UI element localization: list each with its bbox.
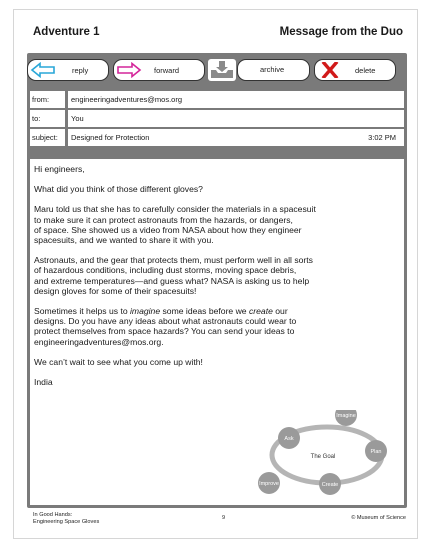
- plan-label: Plan: [370, 449, 381, 455]
- p3-line-1: Astronauts, and the gear that protects t…: [34, 255, 313, 266]
- from-row: from: engineeringadventures@mos.org: [30, 91, 404, 108]
- body-paragraph-5: We can’t wait to see what you come up wi…: [34, 356, 203, 367]
- forward-button[interactable]: forward: [113, 59, 205, 81]
- p2-line-3: of space. She showed us a video from NAS…: [34, 224, 302, 235]
- archive-label: archive: [260, 65, 285, 74]
- archive-button[interactable]: archive: [208, 59, 310, 81]
- body-paragraph-3: Astronauts, and the gear that protects t…: [34, 255, 400, 296]
- subject-value: Designed for Protection 3:02 PM: [68, 129, 404, 146]
- p4-line-3: protect themselves from space hazards? Y…: [34, 326, 295, 337]
- p2-line-1: Maru told us that she has to carefully c…: [34, 204, 316, 215]
- to-value: You: [68, 110, 404, 127]
- create-label: Create: [322, 482, 339, 488]
- body-paragraph-2: Maru told us that she has to carefully c…: [34, 204, 400, 245]
- message-title: Message from the Duo: [279, 26, 403, 38]
- p3-line-4: design gloves for some of their spacesui…: [34, 285, 197, 296]
- page-number: 9: [222, 515, 226, 521]
- signature: India: [34, 377, 53, 388]
- reply-button[interactable]: reply: [27, 59, 109, 81]
- p3-line-3: and extreme temperatures—and guess what?…: [34, 275, 310, 286]
- p2-line-4: spacesuits, and we wanted to share it wi…: [34, 235, 214, 246]
- imagine-label: Imagine: [336, 413, 356, 419]
- delete-button[interactable]: delete: [314, 59, 396, 81]
- from-label: from:: [30, 91, 65, 108]
- ask-label: Ask: [284, 436, 293, 442]
- p4-line-1-c: our: [272, 306, 288, 317]
- reply-arrow-icon: [28, 61, 58, 79]
- from-value: engineeringadventures@mos.org: [68, 91, 404, 108]
- p4-line-1-a: Sometimes it helps us to: [34, 306, 131, 317]
- to-row: to: You: [30, 110, 404, 127]
- cycle-center-label: The Goal: [311, 454, 336, 460]
- footer-unit-line-1: In Good Hands:: [33, 512, 73, 518]
- subject-label: subject:: [30, 129, 65, 146]
- reply-label: reply: [72, 65, 89, 75]
- p4-create: create: [248, 306, 273, 317]
- email-time: 3:02 PM: [368, 133, 396, 142]
- copyright: © Museum of Science: [351, 515, 406, 521]
- p4-line-1-b: some ideas before we: [160, 306, 249, 317]
- email-header-fields: from: engineeringadventures@mos.org to: …: [30, 91, 404, 147]
- footer-unit-title: In Good Hands: Engineering Space Gloves: [33, 512, 99, 526]
- improve-label: Improve: [259, 481, 279, 487]
- forward-arrow-icon: [114, 61, 144, 79]
- subject-text: Designed for Protection: [71, 133, 150, 142]
- p4-line-4: engineeringadventures@mos.org.: [34, 336, 164, 347]
- body-paragraph-1: What did you think of those different gl…: [34, 184, 203, 195]
- email-toolbar: reply forward archive delete: [27, 53, 407, 88]
- to-label: to:: [30, 110, 65, 127]
- greeting: Hi engineers,: [34, 164, 85, 174]
- delete-label: delete: [355, 65, 376, 75]
- engineering-design-process-diagram: The Goal Ask Imagine Plan Create Improve: [258, 410, 387, 495]
- p4-line-2: designs. Do you have any ideas about wha…: [34, 316, 297, 327]
- p4-imagine: imagine: [130, 306, 161, 317]
- p3-line-2: of hazardous conditions, including dust …: [34, 265, 297, 276]
- adventure-title: Adventure 1: [33, 26, 100, 38]
- archive-tray-icon: [208, 59, 236, 81]
- page-header: Adventure 1 Message from the Duo: [33, 26, 403, 42]
- subject-row: subject: Designed for Protection 3:02 PM: [30, 129, 404, 146]
- delete-x-icon: [315, 61, 345, 79]
- body-paragraph-4: Sometimes it helps us to imagine some id…: [34, 306, 400, 347]
- footer-unit-line-2: Engineering Space Gloves: [33, 519, 100, 525]
- forward-label: forward: [154, 65, 180, 75]
- p2-line-2: to make sure it can protect astronauts f…: [34, 214, 293, 225]
